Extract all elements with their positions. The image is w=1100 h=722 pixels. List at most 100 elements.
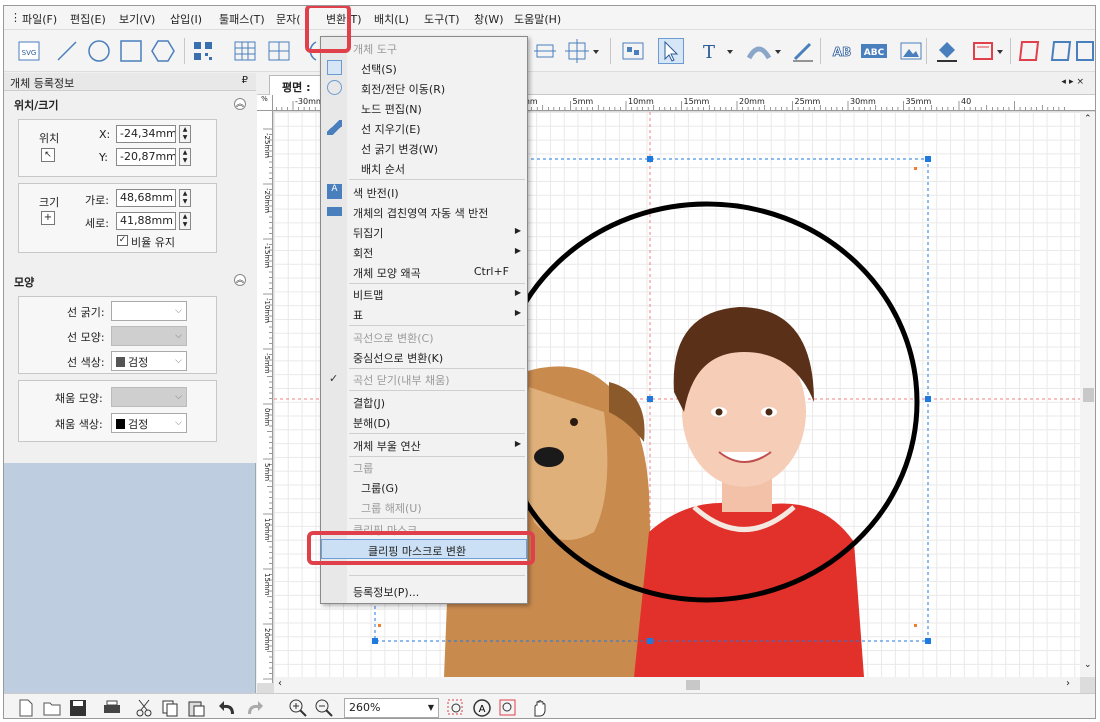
undo-icon[interactable] (218, 698, 238, 718)
zoom-select[interactable]: 260% ▼ (344, 698, 439, 718)
new-file-icon[interactable] (16, 698, 36, 718)
menu-arrange[interactable]: 배치(L) (374, 11, 409, 27)
menu-item-to-curve[interactable]: 곡선으로 변환(C) (321, 327, 527, 347)
menu-item-invert-color[interactable]: A 색 반전(I) (321, 182, 527, 202)
scrollbar-thumb[interactable] (686, 680, 700, 690)
print-icon[interactable] (102, 698, 122, 718)
menu-item-close-curve[interactable]: ✓ 곡선 닫기(내부 채움) (321, 369, 527, 389)
menu-tools[interactable]: 도구(T) (424, 11, 460, 27)
menu-item-distort[interactable]: 개체 모양 왜곡 Ctrl+F (321, 262, 527, 282)
menu-item-ungroup[interactable]: 그룹 해제(U) (321, 497, 527, 517)
align-horizontal-icon[interactable] (532, 38, 558, 64)
copy-icon[interactable] (160, 698, 180, 718)
horizontal-scrollbar[interactable]: ‹ › (274, 677, 1080, 693)
vertical-scrollbar[interactable]: ⌃ ⌄ (1080, 112, 1095, 677)
menu-edit[interactable]: 편집(E) (70, 11, 106, 27)
menu-item-auto-invert[interactable]: 개체의 겹친영역 자동 색 반전 (321, 202, 527, 222)
menu-window[interactable]: 창(W) (474, 11, 504, 27)
menu-insert[interactable]: 삽입(I) (170, 11, 202, 27)
width-field[interactable]: 48,68mm (116, 189, 176, 207)
open-folder-icon[interactable] (42, 698, 62, 718)
line-color-select[interactable]: 검정 ⌵ (111, 351, 187, 371)
menu-item-boolean[interactable]: 개체 부울 연산 ▶ (321, 435, 527, 455)
scroll-down-icon[interactable]: ⌄ (1084, 660, 1092, 670)
menu-item-table[interactable]: 표 ▶ (321, 304, 527, 324)
height-field[interactable]: 41,88mm (116, 212, 176, 230)
pin-icon[interactable]: ₽ (242, 75, 248, 86)
x-field[interactable]: -24,34mm (116, 125, 176, 143)
menu-item-flip[interactable]: 뒤집기 ▶ (321, 222, 527, 242)
x-spinner[interactable]: ▲ ▼ (179, 125, 191, 143)
ellipse-tool-icon[interactable] (86, 38, 112, 64)
scroll-right-icon[interactable]: › (1066, 678, 1070, 689)
rectangle-tool-icon[interactable] (118, 38, 144, 64)
zoom-selection-icon[interactable] (498, 698, 518, 718)
width-spinner[interactable]: ▲ ▼ (179, 189, 191, 207)
fill-style-select[interactable]: ⌵ (111, 387, 187, 407)
zoom-fit-icon[interactable] (446, 698, 466, 718)
menu-file[interactable]: 파일(F) (22, 11, 57, 27)
scrollbar-thumb[interactable] (1083, 388, 1094, 402)
outline-text-icon[interactable]: AB (828, 38, 854, 64)
line-style-select[interactable]: ⌵ (111, 326, 187, 346)
zoom-in-icon[interactable] (288, 698, 308, 718)
fill-bucket-icon[interactable] (934, 38, 960, 64)
y-field[interactable]: -20,87mm (116, 148, 176, 166)
align-center-icon[interactable] (564, 38, 590, 64)
menu-item-to-centerline[interactable]: 중심선으로 변환(K) (321, 347, 527, 367)
menu-item-node-edit[interactable]: 노드 편집(N) (321, 98, 527, 118)
scroll-left-icon[interactable]: ‹ (278, 678, 282, 689)
dropdown-arrow-icon[interactable] (592, 38, 618, 64)
path-text-icon[interactable] (746, 38, 772, 64)
scroll-up-icon[interactable]: ⌃ (1084, 114, 1092, 124)
grid-tool-icon[interactable] (266, 38, 292, 64)
group-objects-icon[interactable] (620, 38, 646, 64)
select-tool-icon[interactable] (658, 38, 684, 64)
tab-navigation-icon[interactable]: ◂▸× (1061, 77, 1087, 87)
menu-view[interactable]: 보기(V) (119, 11, 155, 27)
menu-help[interactable]: 도움말(H) (514, 11, 561, 27)
keep-ratio-checkbox[interactable]: ✓ (117, 235, 128, 246)
boxed-text-icon[interactable]: ABC (860, 38, 887, 64)
pen-tool-icon[interactable] (790, 38, 816, 64)
table-tool-icon[interactable] (232, 38, 258, 64)
frame-blue-icon[interactable] (1048, 38, 1074, 64)
redo-icon[interactable] (244, 698, 264, 718)
menu-toolpath[interactable]: 툴패스(T) (219, 11, 265, 27)
height-spinner[interactable]: ▲ ▼ (179, 212, 191, 230)
frame-red-icon[interactable] (1016, 38, 1042, 64)
menu-item-break-apart[interactable]: 분해(D) (321, 412, 527, 432)
collapse-icon[interactable]: ︽ (234, 274, 246, 286)
outline-red-icon[interactable] (970, 38, 996, 64)
menu-item-group[interactable]: 그룹(G) (321, 477, 527, 497)
ruler-corner[interactable]: % (257, 95, 273, 111)
menu-item-erase-line[interactable]: 선 지우기(E) (321, 118, 527, 138)
text-tool-icon[interactable]: T (696, 38, 722, 64)
menu-item-bitmap[interactable]: 비트맵 ▶ (321, 284, 527, 304)
image-insert-icon[interactable] (898, 38, 924, 64)
save-icon[interactable] (68, 698, 88, 718)
menu-item-line-width[interactable]: 선 굵기 변경(W) (321, 138, 527, 158)
y-spinner[interactable]: ▲ ▼ (179, 148, 191, 166)
polygon-tool-icon[interactable] (150, 38, 176, 64)
menu-item-properties[interactable]: 등록정보(P)... (321, 581, 527, 601)
pan-hand-icon[interactable] (530, 698, 550, 718)
line-tool-icon[interactable] (54, 38, 80, 64)
zoom-all-icon[interactable]: A (472, 698, 492, 718)
menu-item-rotate[interactable]: 회전/전단 이동(R) (321, 78, 527, 98)
paste-icon[interactable] (186, 698, 206, 718)
size-anchor-icon[interactable]: + (41, 211, 55, 225)
collapse-icon[interactable]: ︽ (234, 98, 246, 110)
menu-item-select[interactable]: 선택(S) (321, 58, 527, 78)
fill-color-select[interactable]: 검정 ⌵ (111, 413, 187, 433)
cut-icon[interactable] (134, 698, 154, 718)
menu-item-combine[interactable]: 결합(J) (321, 392, 527, 412)
line-width-select[interactable]: ⌵ (111, 301, 187, 321)
menu-text[interactable]: 문자( (276, 11, 301, 27)
menu-item-rotate-sub[interactable]: 회전 ▶ (321, 242, 527, 262)
qrcode-tool-icon[interactable] (190, 38, 216, 64)
frame-alt-icon[interactable] (1074, 38, 1095, 64)
menu-item-order[interactable]: 배치 순서 (321, 158, 527, 178)
zoom-out-icon[interactable] (314, 698, 334, 718)
position-anchor-icon[interactable]: ↖ (41, 148, 55, 162)
